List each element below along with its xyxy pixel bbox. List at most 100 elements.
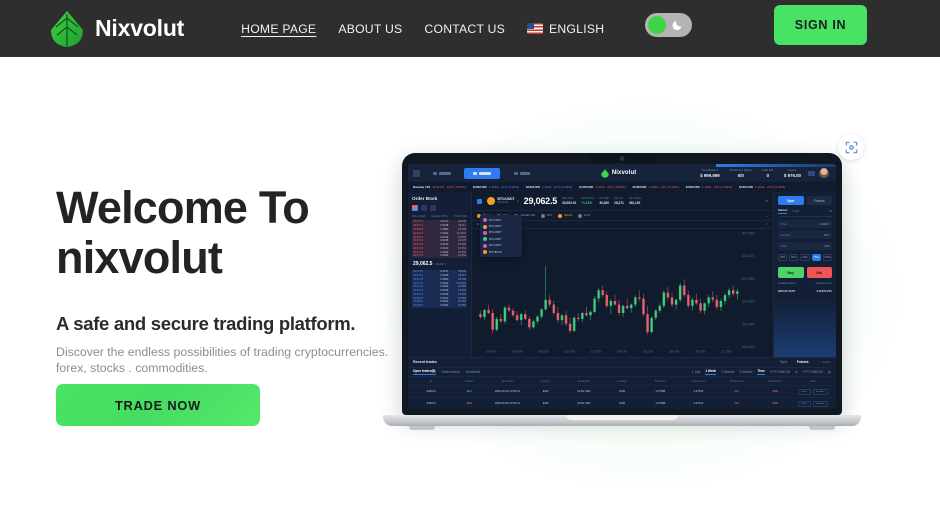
market-ticker: Nasdaq 100 11,972.6 -10.8 (-0.27%) EUR/U… [408,182,836,192]
cell-open-date: 2023-02-06 13:53:41 [494,402,520,405]
col-pl-pct: Profit/Loss % [767,379,782,383]
trades-table: ID Position Open Date Currency Sell amou… [408,377,836,409]
cell-start-price: 1.07588 [655,390,666,393]
trades-tab-spot[interactable]: Spot [780,360,787,364]
tab-market[interactable]: Market [778,208,788,214]
price-field[interactable]: Price 29,062.5 [778,220,832,228]
stat-value: $ 999,999 [700,172,720,178]
recent-trades-header: Recent trades Spot Futures ⌕ Search [408,358,836,368]
field-value: 29,062.5 [819,222,830,226]
subtab-order-history[interactable]: Order history [442,370,460,374]
dashboard-tab-home[interactable] [424,168,460,179]
order-book-row[interactable]: 29,073.8 0.0363 10.952 [412,254,467,258]
dropdown-item[interactable]: BTC/BUSD [482,249,520,255]
theme-toggle[interactable] [645,13,692,37]
coin-dropdown[interactable]: BTC/USDT BTC/USDT BTC/USDT BTC/USDT BTC/… [480,215,522,258]
symbol-tab-active[interactable]: Bitcoin [558,213,572,218]
filter-1-week[interactable]: 1 Week [705,369,717,375]
subtab-open-trades[interactable]: Open trades(8) [413,369,436,375]
percent-50[interactable]: 50% [789,254,799,261]
market-stat: 24h Volume 452,120 [628,197,642,205]
calendar-icon[interactable]: ▤ [828,370,831,374]
fullscreen-icon[interactable]: ⛶ [766,223,768,226]
order-book-row[interactable]: 29,068.8 0.0363 10.952 [412,303,467,308]
search-placeholder: Search [822,360,831,365]
set-stop-button[interactable]: Set Stop [812,388,828,395]
percent-60[interactable]: 60% [800,254,810,261]
star-icon[interactable] [477,198,482,204]
sell-button[interactable]: Sell [806,267,832,278]
filter-3-months[interactable]: 3 Months [739,370,752,374]
stat-label: Profit/Loss Status [729,168,752,172]
cell-currency: EUR [542,402,549,405]
laptop-lid: Nixvolut Total Balance $ 999,999 Profit/… [402,153,842,415]
cell-pl-pct: -15% [771,402,778,405]
us-flag-icon[interactable] [808,170,815,176]
tab-futures[interactable]: Futures [806,196,832,205]
percent-75[interactable]: 75% [811,254,821,261]
asks-view-icon[interactable] [430,205,436,211]
chart-header: BTC/USDT Perpetual ▾ 29,062.5 Mark Price… [472,192,773,211]
search-icon: ⌕ [818,360,821,365]
nav-item-contact-us[interactable]: CONTACT US [424,22,505,36]
pair-subtitle: Perpetual [497,201,509,205]
percent-25[interactable]: 25% [778,254,788,261]
symbol-tab[interactable]: ETH [578,213,590,218]
language-selector[interactable]: ENGLISH [527,22,604,36]
stat-total-balance: Total Balance $ 999,999 [697,169,723,178]
recent-trades-subtabs: Open trades(8) Order history Deal/Deal 1… [408,368,836,377]
spot-futures-tabs: Spot Futures [778,196,832,205]
col-leverage: Leverage [617,379,628,383]
filter-1-month[interactable]: 1 Months [721,370,734,374]
candlestick-chart: BTC/USDT BTC/USDT BTC/USDT BTC/USDT BTC/… [472,215,773,357]
tab-spot[interactable]: Spot [778,196,804,205]
menu-icon[interactable] [413,169,420,177]
add-symbol-icon[interactable]: + [766,214,768,218]
buy-button[interactable]: Buy [778,267,804,278]
total-field[interactable]: Total USD [778,242,832,250]
percent-100[interactable]: 100% [822,254,833,261]
close-trade-button[interactable]: Close [797,400,811,407]
brand[interactable]: Nixvolut [50,10,184,48]
table-row[interactable]: 245104 Buy 2023-02-06 13:53:41 EUR 10.81… [408,385,836,397]
stat-label: Total P&L [761,168,774,172]
filter-1-day[interactable]: 1 Day [692,370,700,374]
laptop-foot-left [409,426,435,430]
subtab-deal[interactable]: Deal/Deal [466,370,480,374]
date-from-input[interactable]: YYYY-MM-DD [770,370,790,374]
trades-tab-futures[interactable]: Futures [797,360,809,364]
pair-selector[interactable]: BTC/USDT Perpetual ▾ [487,197,519,205]
order-book-header: Price (USD) Quantity (BTC) Total (USD) [412,215,467,218]
nav-item-home-page[interactable]: HOME PAGE [241,22,316,36]
trades-search[interactable]: ⌕ Search [819,360,831,364]
gear-icon[interactable]: ⚙ [829,209,832,213]
dashboard-tab-crypto[interactable] [464,167,500,179]
trade-now-button[interactable]: TRADE NOW [56,384,260,426]
date-to-input[interactable]: YYYY-MM-DD [803,370,823,374]
ticker-item: EUR/USD 1.1044 +0.6 (-0.24%) [739,185,786,189]
cell-id: 245104 [426,402,436,405]
symbol-tab[interactable]: BTC [540,213,552,218]
cell-leverage: X100 [618,390,626,393]
set-stop-button[interactable]: Set Stop [812,400,828,407]
dashboard-tab-sell[interactable] [504,168,540,179]
stat-total-pl: Total P&L 0 [759,169,777,178]
both-view-icon[interactable] [412,205,418,211]
brand-name: Nixvolut [95,15,185,41]
close-trade-button[interactable]: Close [797,388,811,395]
sign-in-button[interactable]: SIGN IN [774,5,867,45]
bids-view-icon[interactable] [421,205,427,211]
timeframe-icon[interactable]: ⊞ [477,223,479,226]
us-flag-icon [527,23,543,34]
expand-fullscreen-button[interactable] [838,134,864,160]
table-row[interactable]: 245104 Sell 2023-02-06 13:53:41 EUR 10.8… [408,397,836,409]
stat-value: $ 976.00 [783,172,801,178]
nav-item-about-us[interactable]: ABOUT US [338,22,402,36]
panel-glow [774,299,836,357]
amount-field[interactable]: Amount BTC [778,231,832,239]
tab-limit[interactable]: Limit [792,209,799,214]
avatar[interactable] [819,168,829,178]
gear-icon[interactable]: ⚙ [765,199,768,203]
col-position: Position [465,379,474,383]
stat-profit-loss: Profit/Loss Status 0/0 [727,169,755,178]
